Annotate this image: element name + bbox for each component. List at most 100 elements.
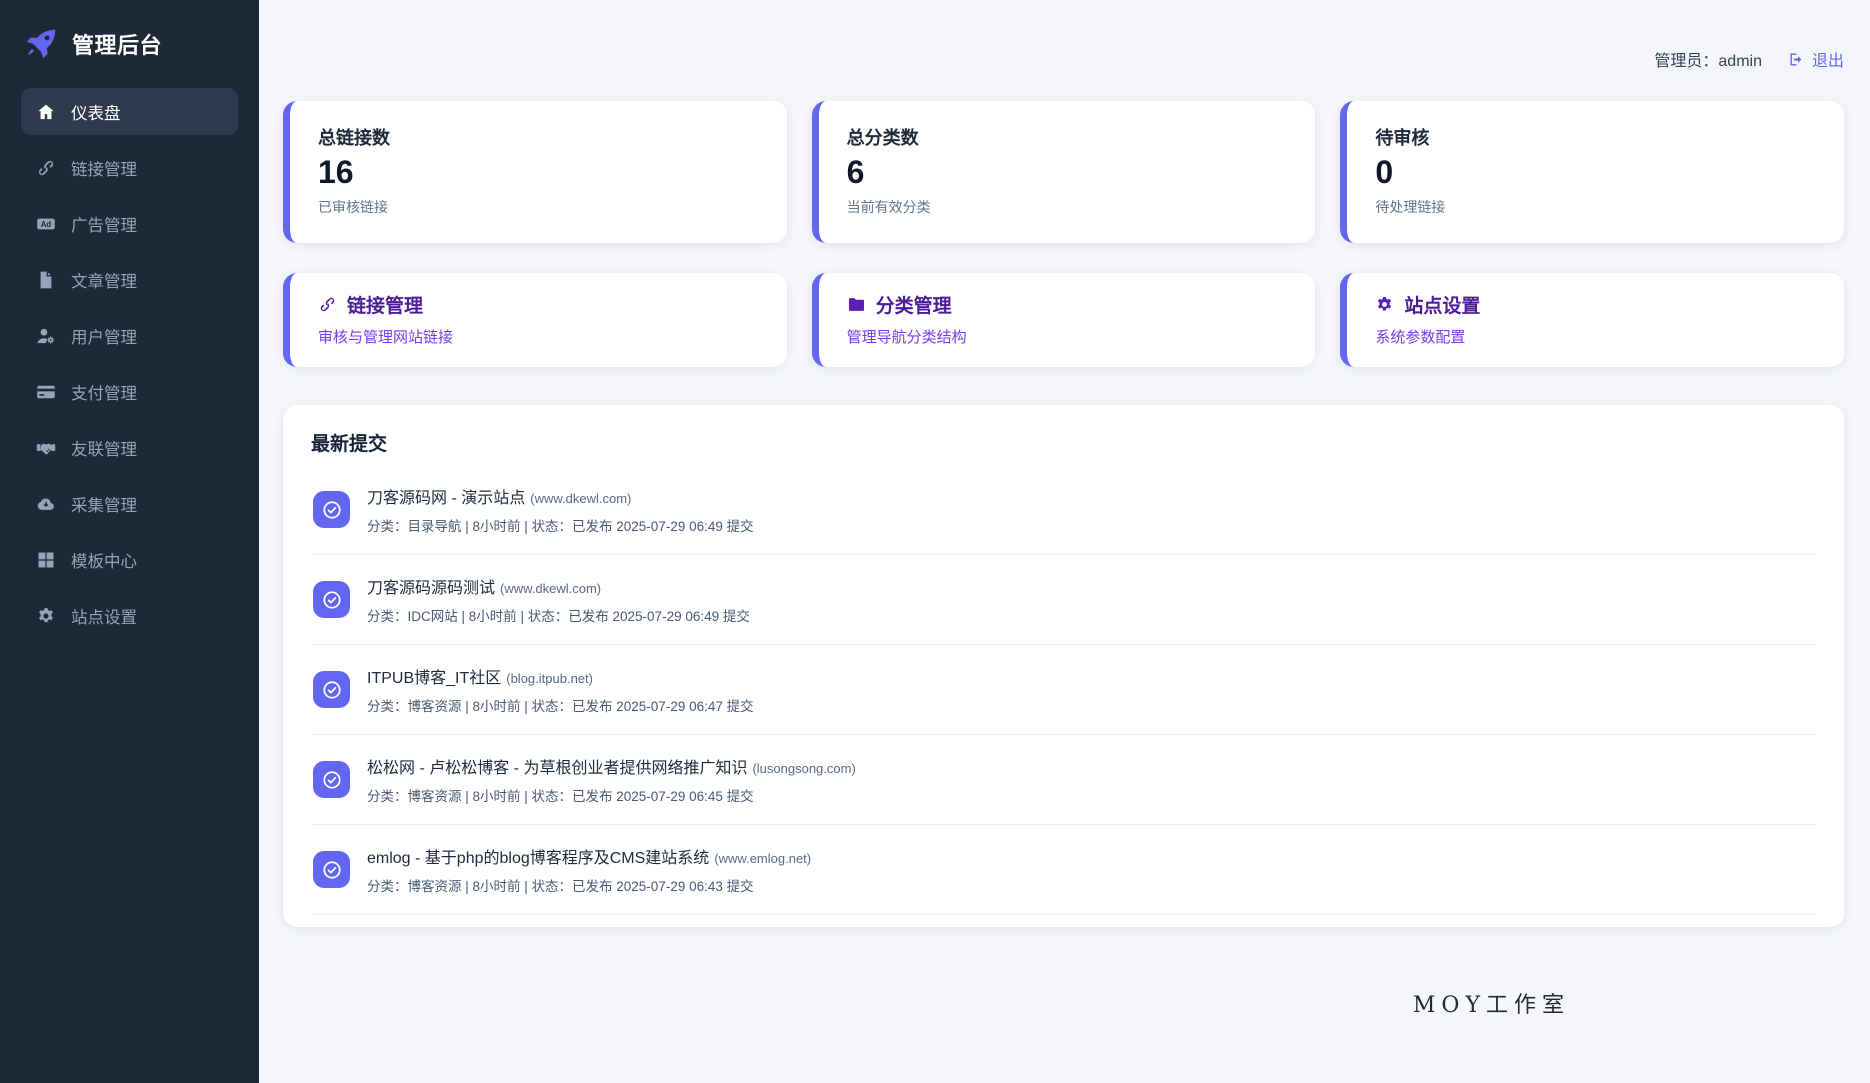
folder-icon	[847, 295, 866, 314]
handshake-icon	[36, 438, 56, 458]
stat-title: 总链接数	[318, 128, 390, 148]
rocket-icon	[23, 26, 59, 62]
sidebar-item-label: 站点设置	[71, 608, 137, 627]
user-icon	[36, 326, 56, 346]
sidebar-item-user[interactable]: 用户管理	[21, 312, 238, 359]
sidebar-item-gear[interactable]: 站点设置	[21, 592, 238, 639]
submission-row: 刀客源码网 - 演示站点 (www.dkewl.com) 分类：目录导航 | 8小时…	[311, 465, 1816, 555]
sidebar-item-label: 仪表盘	[71, 104, 121, 123]
stat-caption: 已审核链接	[318, 199, 388, 216]
sidebar-item-ad[interactable]: Ad 广告管理	[21, 200, 238, 247]
check-circle-icon	[321, 859, 343, 881]
logout-label: 退出	[1811, 53, 1844, 70]
link-icon	[36, 158, 56, 178]
cloud-icon	[36, 494, 56, 514]
submission-status-badge	[313, 761, 350, 798]
action-card-subtitle: 系统参数配置	[1375, 329, 1466, 346]
submission-meta: 分类：博客资源 | 8小时前 | 状态：已发布 2025-07-29 06:43…	[367, 879, 754, 894]
sidebar-item-cloud[interactable]: 采集管理	[21, 480, 238, 527]
action-cards-row: 链接管理 审核与管理网站链接 分类管理 管理导航分类结构 站点设置 系统参数配置	[283, 273, 1845, 367]
app-logo: 管理后台	[21, 24, 238, 88]
sidebar-item-label: 模板中心	[71, 552, 137, 571]
sidebar-item-handshake[interactable]: 友联管理	[21, 424, 238, 471]
submission-meta: 分类：IDC网站 | 8小时前 | 状态：已发布 2025-07-29 06:4…	[367, 609, 750, 624]
admin-label: 管理员：	[1654, 53, 1719, 70]
submission-name: emlog - 基于php的blog博客程序及CMS建站系统	[367, 850, 710, 867]
svg-text:Ad: Ad	[41, 219, 52, 228]
link-icon	[318, 295, 337, 314]
sidebar-item-label: 采集管理	[71, 496, 137, 515]
action-card-title-text: 分类管理	[875, 296, 952, 317]
submission-status-badge	[313, 851, 350, 888]
stat-card: 总链接数 16 已审核链接	[283, 101, 787, 243]
sidebar-item-link[interactable]: 链接管理	[21, 144, 238, 191]
sidebar: 管理后台 仪表盘链接管理 Ad 广告管理文章管理用户管理支付管理友联管理采集管理模板…	[0, 0, 259, 1083]
admin-name: admin	[1718, 53, 1762, 70]
logout-link[interactable]: 退出	[1788, 47, 1844, 71]
sidebar-item-label: 用户管理	[71, 328, 137, 347]
submission-meta: 分类：博客资源 | 8小时前 | 状态：已发布 2025-07-29 06:47…	[367, 699, 754, 714]
submission-url: (www.emlog.net)	[714, 851, 812, 866]
sidebar-nav: 仪表盘链接管理 Ad 广告管理文章管理用户管理支付管理友联管理采集管理模板中心站点设…	[21, 88, 238, 639]
submission-name: 松松网 - 卢松松博客 - 为草根创业者提供网络推广知识	[367, 760, 748, 777]
submission-url: (www.dkewl.com)	[530, 491, 632, 506]
topbar: 管理员：admin 退出	[283, 47, 1844, 71]
card-icon	[36, 382, 56, 402]
action-card-folder[interactable]: 分类管理管理导航分类结构	[811, 273, 1316, 367]
submission-row: ITPUB博客_IT社区 (blog.itpub.net) 分类：博客资源 | 8小…	[311, 645, 1816, 735]
sidebar-item-label: 链接管理	[71, 160, 137, 179]
sidebar-item-home[interactable]: 仪表盘	[21, 88, 238, 135]
stat-card: 待审核 0 待处理链接	[1340, 101, 1845, 243]
action-card-title: 分类管理	[847, 291, 1288, 318]
action-card-title-text: 站点设置	[1404, 296, 1481, 317]
stat-value: 16	[318, 154, 354, 190]
check-circle-icon	[321, 589, 343, 611]
action-card-gear[interactable]: 站点设置系统参数配置	[1340, 273, 1845, 367]
latest-submissions-card: 最新提交 刀客源码网 - 演示站点 (www.dkewl.com) 分类：目录导航 …	[283, 405, 1844, 927]
stat-caption: 当前有效分类	[846, 199, 931, 216]
sidebar-item-label: 支付管理	[71, 384, 137, 403]
submission-title-line: 松松网 - 卢松松博客 - 为草根创业者提供网络推广知识 (lusongsong.…	[367, 754, 856, 778]
action-card-title-text: 链接管理	[347, 296, 424, 317]
submission-name: ITPUB博客_IT社区	[367, 670, 502, 687]
stat-value: 0	[1375, 154, 1394, 190]
action-card-link[interactable]: 链接管理审核与管理网站链接	[283, 273, 787, 367]
submission-row: 松松网 - 卢松松博客 - 为草根创业者提供网络推广知识 (lusongsong.…	[311, 735, 1816, 825]
submission-status-badge	[313, 581, 350, 618]
submission-text: ITPUB博客_IT社区 (blog.itpub.net) 分类：博客资源 | 8小…	[367, 664, 754, 715]
app-title: 管理后台	[72, 33, 163, 58]
admin-user-label: 管理员：admin	[1654, 47, 1762, 71]
stat-card: 总分类数 6 当前有效分类	[811, 101, 1316, 243]
submission-meta: 分类：目录导航 | 8小时前 | 状态：已发布 2025-07-29 06:49…	[367, 519, 754, 534]
submission-status-badge	[313, 491, 350, 528]
stat-value: 6	[846, 154, 865, 190]
home-icon	[36, 102, 56, 122]
gear-icon	[1375, 295, 1394, 314]
sidebar-item-card[interactable]: 支付管理	[21, 368, 238, 415]
submission-title-line: emlog - 基于php的blog博客程序及CMS建站系统 (www.emlog…	[367, 844, 811, 868]
submission-title-line: 刀客源码源码测试 (www.dkewl.com)	[367, 574, 750, 598]
sidebar-item-file[interactable]: 文章管理	[21, 256, 238, 303]
footer-brand: MOY工作室	[1412, 993, 1570, 1018]
submission-text: 刀客源码网 - 演示站点 (www.dkewl.com) 分类：目录导航 | 8小时…	[367, 484, 754, 535]
check-circle-icon	[321, 679, 343, 701]
submission-url: (www.dkewl.com)	[500, 581, 602, 596]
stat-title: 待审核	[1375, 128, 1430, 148]
submission-row: 刀客源码源码测试 (www.dkewl.com) 分类：IDC网站 | 8小时前 |…	[311, 555, 1816, 645]
submission-meta: 分类：博客资源 | 8小时前 | 状态：已发布 2025-07-29 06:45…	[367, 789, 754, 804]
submission-url: (blog.itpub.net)	[506, 671, 593, 686]
sidebar-item-label: 广告管理	[71, 216, 137, 235]
sidebar-item-label: 文章管理	[71, 272, 137, 291]
grid-icon	[36, 550, 56, 570]
submission-row: emlog - 基于php的blog博客程序及CMS建站系统 (www.emlog…	[311, 825, 1816, 915]
ad-icon: Ad	[36, 214, 56, 234]
action-card-subtitle: 审核与管理网站链接	[318, 329, 454, 346]
submission-name: 刀客源码源码测试	[367, 580, 496, 597]
sidebar-item-grid[interactable]: 模板中心	[21, 536, 238, 583]
action-card-title: 链接管理	[318, 291, 759, 318]
submission-title-line: ITPUB博客_IT社区 (blog.itpub.net)	[367, 664, 754, 688]
submission-title-line: 刀客源码网 - 演示站点 (www.dkewl.com)	[367, 484, 754, 508]
action-card-title: 站点设置	[1375, 291, 1816, 318]
submission-status-badge	[313, 671, 350, 708]
action-card-subtitle: 管理导航分类结构	[846, 329, 967, 346]
